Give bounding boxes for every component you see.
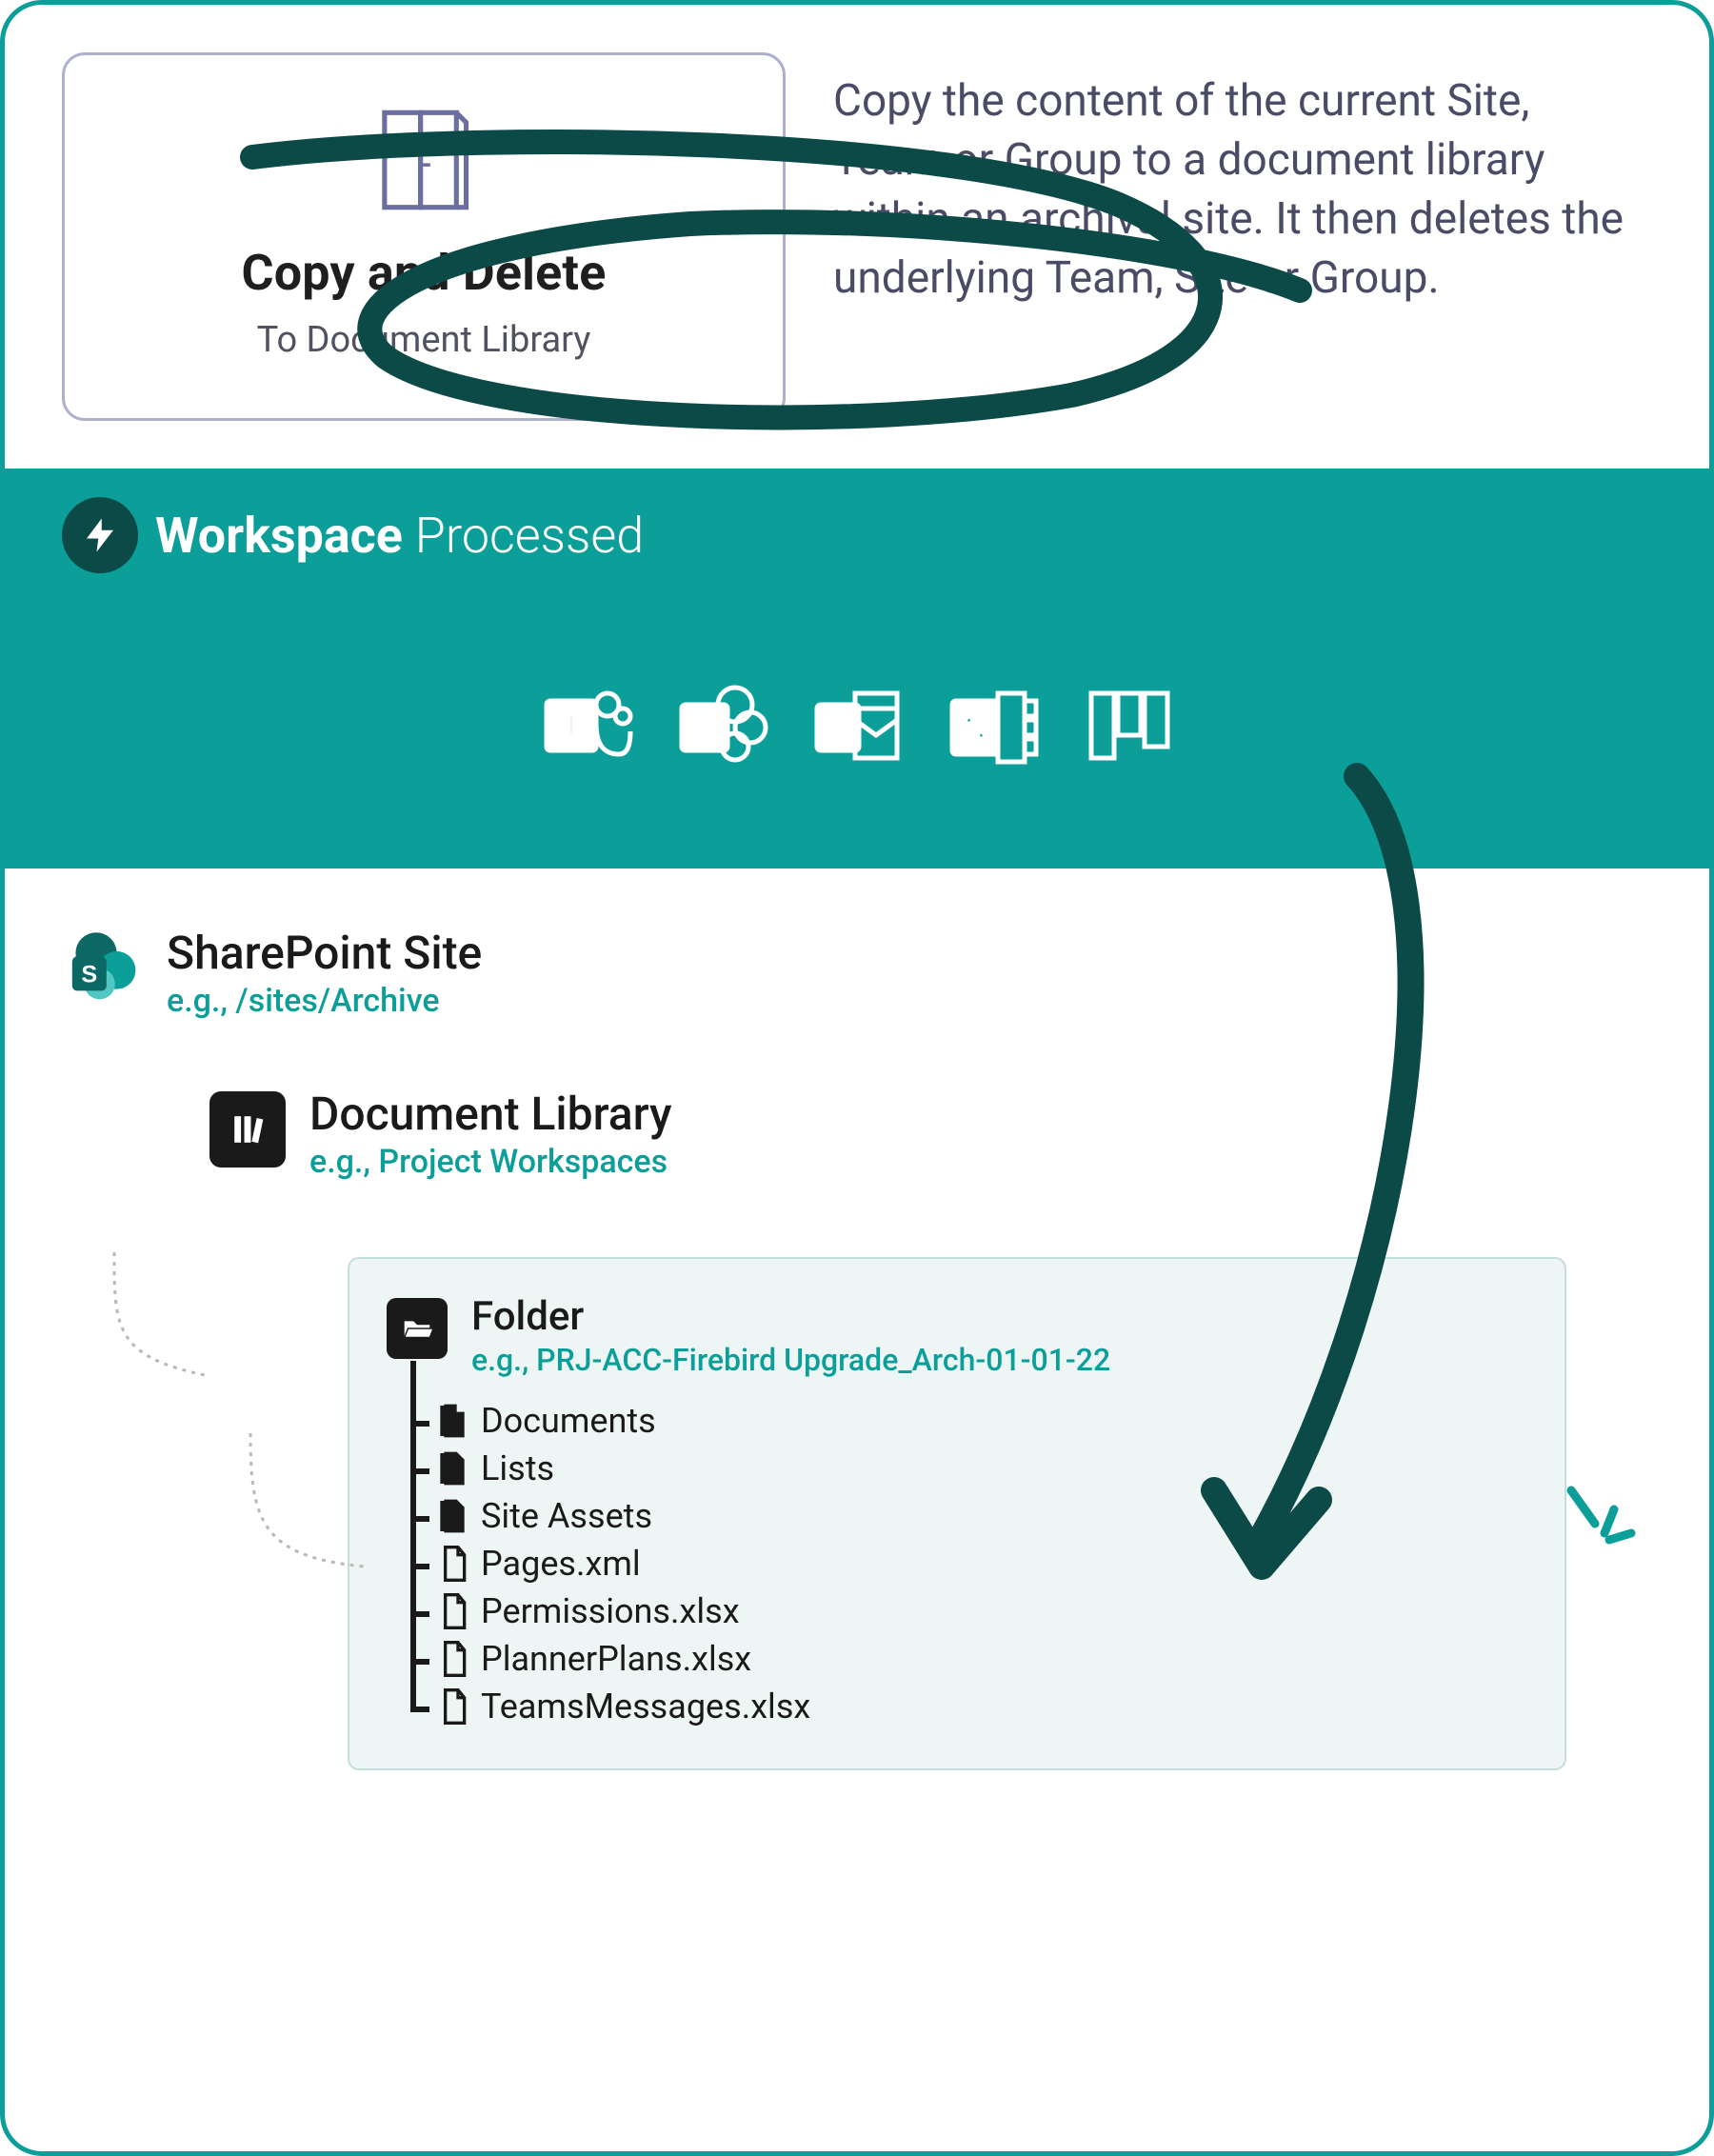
copy-delete-icon [371, 103, 476, 221]
outlook-icon: O [809, 678, 905, 773]
sharepoint-icon: S [674, 678, 769, 773]
document-library-icon [205, 1087, 290, 1172]
banner-title-bold: Workspace [155, 507, 403, 565]
item-label: Documents [481, 1401, 656, 1441]
diagram-frame: Copy and Delete To Document Library Copy… [0, 0, 1714, 2156]
action-card: Copy and Delete To Document Library [62, 52, 786, 421]
item-label: Lists [481, 1448, 554, 1488]
accent-sparkle-icon [1557, 1481, 1643, 1557]
onenote-icon: N [945, 678, 1040, 773]
list-item: TeamsMessages.xlsx [439, 1683, 1532, 1730]
item-label: TeamsMessages.xlsx [481, 1687, 810, 1727]
card-subtitle: To Document Library [257, 319, 591, 361]
bolt-badge [62, 497, 138, 573]
app-icon-row: T S O [62, 602, 1652, 802]
folder-contents: Documents Lists Site Assets Pages.xml Pe… [439, 1397, 1532, 1730]
card-title: Copy and Delete [241, 244, 606, 302]
list-item: Site Assets [439, 1492, 1532, 1540]
svg-text:S: S [694, 710, 716, 747]
folder-example: e.g., PRJ-ACC-Firebird Upgrade_Arch-01-0… [471, 1342, 1110, 1378]
folder-item-icon [439, 1497, 469, 1535]
svg-text:T: T [561, 706, 582, 745]
item-label: PlannerPlans.xlsx [481, 1639, 751, 1679]
svg-text:N: N [964, 710, 987, 747]
planner-icon [1080, 678, 1175, 773]
svg-text:S: S [81, 961, 97, 988]
item-label: Pages.xml [481, 1544, 641, 1584]
banner-title: Workspace Processed [155, 507, 644, 565]
file-item-icon [439, 1545, 469, 1583]
teams-icon: T [539, 678, 634, 773]
workspace-banner: Workspace Processed T S [5, 469, 1709, 868]
file-item-icon [439, 1640, 469, 1678]
sharepoint-site-icon: S [62, 926, 148, 1011]
archive-tree: S SharePoint Site e.g., /sites/Archive [5, 868, 1709, 1808]
description-text: Copy the content of the current Site, Te… [824, 52, 1652, 421]
folder-icon [382, 1293, 452, 1364]
document-library-node: Document Library e.g., Project Workspace… [205, 1087, 1652, 1181]
site-example: e.g., /sites/Archive [167, 982, 482, 1020]
folder-node: Folder e.g., PRJ-ACC-Firebird Upgrade_Ar… [348, 1257, 1566, 1770]
folder-item-icon [439, 1402, 469, 1440]
tree-connector-1 [105, 1252, 219, 1386]
file-item-icon [439, 1592, 469, 1630]
tree-connector-2 [241, 1433, 374, 1576]
list-item: Documents [439, 1397, 1532, 1445]
library-example: e.g., Project Workspaces [309, 1143, 672, 1181]
item-label: Permissions.xlsx [481, 1591, 740, 1631]
folder-item-icon [439, 1449, 469, 1487]
file-item-icon [439, 1687, 469, 1726]
sharepoint-site-node: S SharePoint Site e.g., /sites/Archive [62, 926, 1652, 1020]
item-label: Site Assets [481, 1496, 652, 1536]
banner-header: Workspace Processed [62, 497, 1652, 573]
site-title: SharePoint Site [167, 926, 482, 980]
list-item: Lists [439, 1445, 1532, 1492]
list-item: PlannerPlans.xlsx [439, 1635, 1532, 1683]
svg-text:O: O [826, 710, 850, 747]
list-item: Permissions.xlsx [439, 1587, 1532, 1635]
top-section: Copy and Delete To Document Library Copy… [5, 5, 1709, 469]
list-item: Pages.xml [439, 1540, 1532, 1587]
library-title: Document Library [309, 1087, 672, 1141]
folder-title: Folder [471, 1293, 1110, 1340]
banner-title-light: Processed [415, 507, 644, 565]
